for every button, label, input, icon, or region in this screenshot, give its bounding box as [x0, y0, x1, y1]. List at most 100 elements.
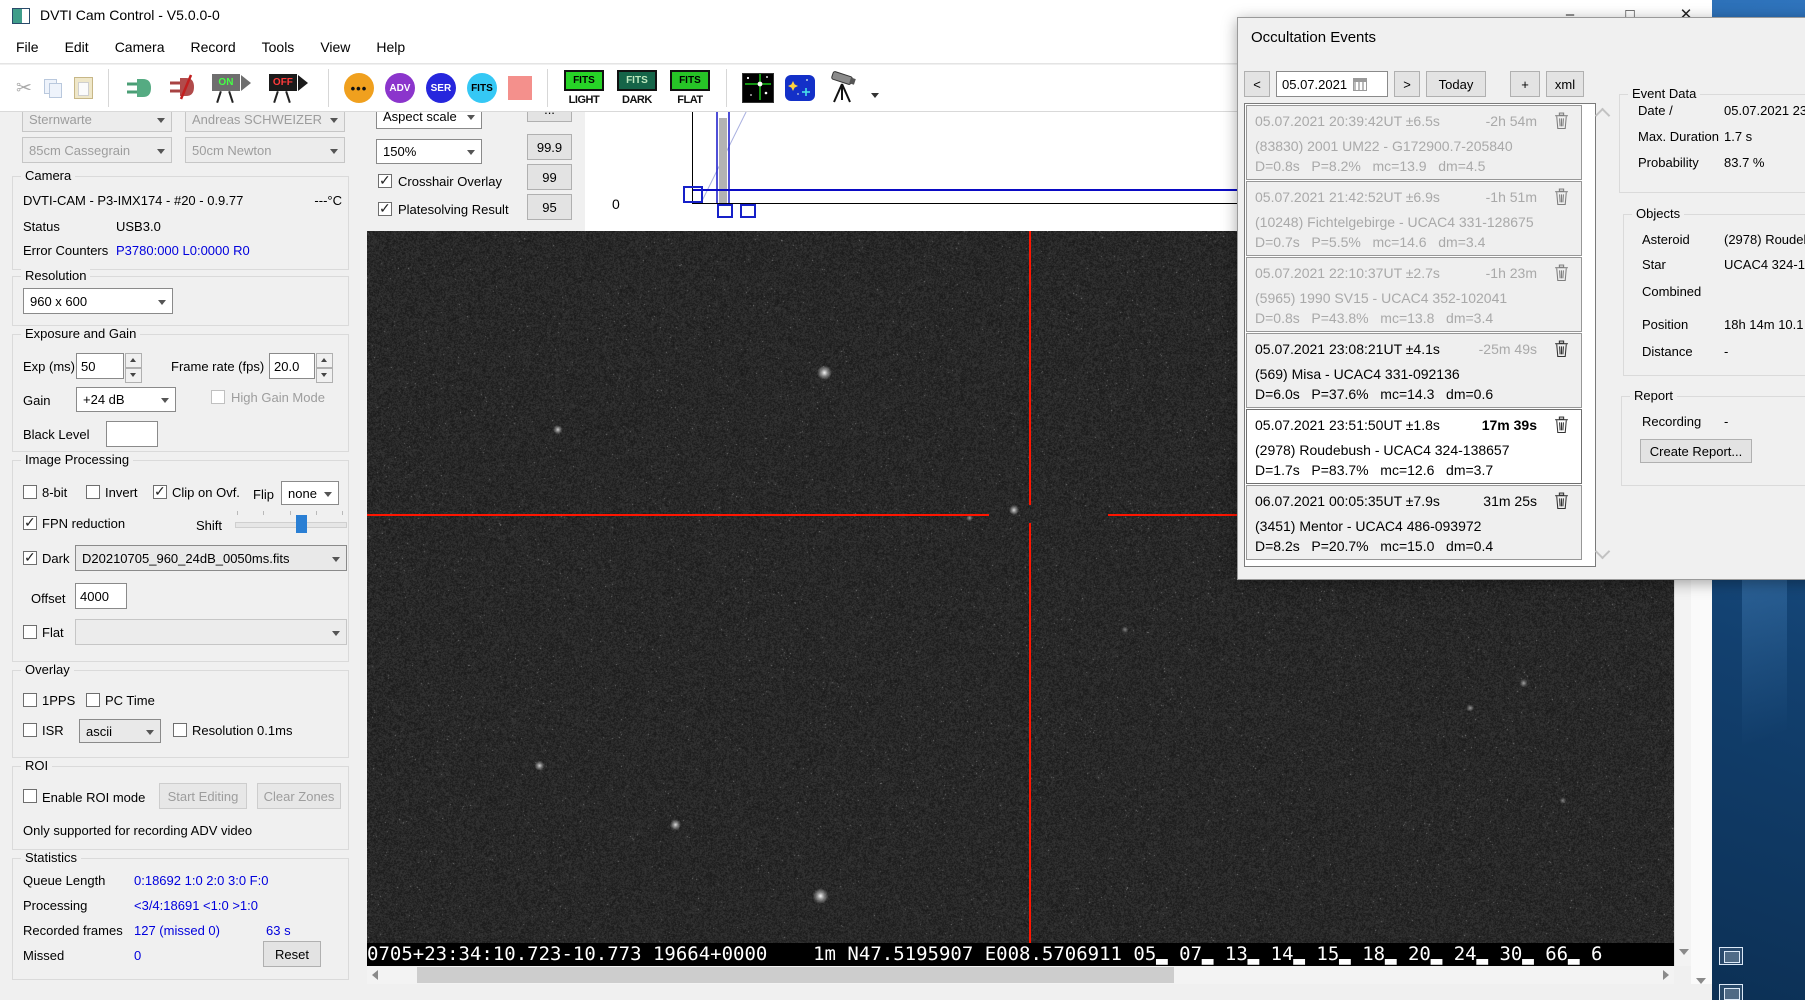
trash-icon[interactable]	[1554, 340, 1569, 360]
xml-button[interactable]: xml	[1546, 71, 1584, 97]
exp-input[interactable]	[76, 353, 124, 379]
menu-help[interactable]: Help	[376, 39, 405, 55]
video-timestamp-bar: 0705+23:34:10.723-10.773 19664+0000 1m N…	[367, 943, 1674, 966]
reset-button[interactable]: Reset	[263, 941, 321, 967]
menu-edit[interactable]: Edit	[65, 39, 89, 55]
fits-flat-button[interactable]: FITS FLAT	[669, 70, 711, 106]
isr-mode-select[interactable]: ascii	[79, 719, 161, 743]
clear-zones-button[interactable]: Clear Zones	[257, 783, 341, 809]
fits-light-button[interactable]: FITS LIGHT	[563, 70, 605, 106]
night-sky-icon[interactable]	[785, 75, 815, 101]
telescope2-select[interactable]: 50cm Newton	[185, 137, 345, 163]
next-day-button[interactable]: >	[1394, 71, 1420, 97]
date-field[interactable]: 05.07.2021	[1276, 71, 1388, 97]
event-row[interactable]: 06.07.2021 00:05:35UT ±7.9s 31m 25s (345…	[1246, 485, 1582, 560]
exp-stepper[interactable]	[125, 353, 142, 383]
taskbar-window-icon[interactable]	[1719, 947, 1743, 965]
disconnect-icon[interactable]	[167, 74, 199, 103]
fps-stepper[interactable]	[316, 353, 333, 383]
scroll-right-icon[interactable]	[1663, 970, 1669, 980]
camera-off-icon[interactable]: OFF	[267, 72, 313, 104]
isr-checkbox[interactable]	[23, 723, 37, 737]
resolution-select[interactable]: 960 x 600	[23, 288, 173, 314]
scroll-left-icon[interactable]	[372, 970, 378, 980]
offset-input[interactable]	[75, 583, 127, 609]
cut-icon[interactable]: ✂	[16, 77, 32, 100]
ser-record-icon[interactable]: SER	[426, 73, 456, 103]
histogram-marker[interactable]	[683, 186, 703, 203]
paste-icon[interactable]	[74, 77, 93, 99]
fits-dark-button[interactable]: FITS DARK	[616, 70, 658, 106]
list-scroll-down-icon[interactable]	[1595, 544, 1611, 560]
scrollbar-thumb[interactable]	[417, 967, 1174, 983]
star-value: UCAC4 324-13	[1724, 257, 1805, 272]
start-editing-button[interactable]: Start Editing	[159, 783, 247, 809]
trash-icon[interactable]	[1554, 188, 1569, 208]
event-object: (83830) 2001 UM22 - G172900.7-205840	[1255, 138, 1513, 154]
menu-camera[interactable]: Camera	[115, 39, 165, 55]
flat-file-select[interactable]	[75, 619, 347, 645]
shift-slider[interactable]	[235, 511, 345, 533]
scroll-down-icon[interactable]	[1679, 949, 1689, 955]
telescope-dropdown-icon[interactable]	[871, 93, 879, 98]
today-button[interactable]: Today	[1426, 71, 1486, 97]
1pps-checkbox[interactable]	[23, 693, 37, 707]
prev-day-button[interactable]: <	[1244, 71, 1270, 97]
trash-icon[interactable]	[1554, 264, 1569, 284]
event-row[interactable]: 05.07.2021 20:39:42UT ±6.5s -2h 54m (838…	[1246, 105, 1582, 180]
roi-enable-checkbox[interactable]	[23, 789, 37, 803]
flat-checkbox[interactable]	[23, 625, 37, 639]
menu-view[interactable]: View	[320, 39, 350, 55]
event-row[interactable]: 05.07.2021 23:08:21UT ±4.1s -25m 49s (56…	[1246, 333, 1582, 408]
connect-icon[interactable]	[124, 75, 156, 101]
clip-checkbox[interactable]	[153, 485, 167, 499]
trash-icon[interactable]	[1554, 112, 1569, 132]
adv-record-icon[interactable]: ADV	[385, 73, 415, 103]
event-row[interactable]: 05.07.2021 22:10:37UT ±2.7s -1h 23m (596…	[1246, 257, 1582, 332]
dark-checkbox[interactable]	[23, 551, 37, 565]
calendar-icon[interactable]	[1353, 78, 1367, 91]
histogram-999-button[interactable]: 99.9	[527, 134, 572, 160]
crosshair-overlay-checkbox[interactable]	[378, 174, 392, 188]
camera-on-icon[interactable]: ON	[210, 72, 256, 104]
menu-record[interactable]: Record	[190, 39, 235, 55]
create-report-button[interactable]: Create Report...	[1640, 439, 1752, 463]
gain-select[interactable]: +24 dB	[76, 387, 176, 412]
image-horizontal-scrollbar[interactable]	[367, 966, 1674, 984]
resolution01ms-checkbox[interactable]	[173, 723, 187, 737]
add-event-button[interactable]: +	[1510, 71, 1540, 97]
black-level-input[interactable]	[106, 421, 158, 447]
flip-select[interactable]: none	[281, 481, 339, 505]
zoom-select[interactable]: 150%	[376, 139, 482, 164]
fits-record-icon[interactable]: FITS	[467, 73, 497, 103]
trash-icon[interactable]	[1554, 492, 1569, 512]
event-row-selected[interactable]: 05.07.2021 23:51:50UT ±1.8s 17m 39s (297…	[1246, 409, 1582, 484]
histogram-marker[interactable]	[740, 204, 756, 218]
histogram-95-button[interactable]: 95	[527, 194, 572, 220]
telescope-icon[interactable]	[826, 70, 860, 107]
copy-icon[interactable]	[43, 78, 63, 98]
pctime-checkbox[interactable]	[86, 693, 100, 707]
platesolve-icon[interactable]	[742, 73, 774, 103]
menu-file[interactable]: File	[16, 39, 39, 55]
fps-input[interactable]	[269, 353, 315, 379]
camera-temperature: ---°C	[314, 193, 342, 208]
record-options-icon[interactable]: •••	[344, 73, 374, 103]
platesolving-checkbox[interactable]	[378, 202, 392, 216]
fpn-checkbox[interactable]	[23, 516, 37, 530]
trash-icon[interactable]	[1554, 416, 1569, 436]
event-row[interactable]: 05.07.2021 21:42:52UT ±6.9s -1h 51m (102…	[1246, 181, 1582, 256]
histogram-99-button[interactable]: 99	[527, 164, 572, 190]
dark-file-select[interactable]: D20210705_960_24dB_0050ms.fits	[75, 545, 347, 571]
high-gain-checkbox[interactable]	[211, 390, 225, 404]
panel-scroll-down-icon[interactable]	[1696, 978, 1706, 984]
list-scroll-up-icon[interactable]	[1595, 108, 1611, 124]
telescope1-select[interactable]: 85cm Cassegrain	[22, 137, 172, 163]
stop-icon[interactable]	[508, 76, 532, 100]
menu-tools[interactable]: Tools	[262, 39, 295, 55]
invert-checkbox[interactable]	[86, 485, 100, 499]
taskbar-window-icon[interactable]	[1719, 984, 1743, 1000]
8bit-checkbox[interactable]	[23, 485, 37, 499]
histogram-marker[interactable]	[717, 204, 733, 218]
camera-device: DVTI-CAM - P3-IMX174 - #20 - 0.9.77	[23, 193, 243, 208]
